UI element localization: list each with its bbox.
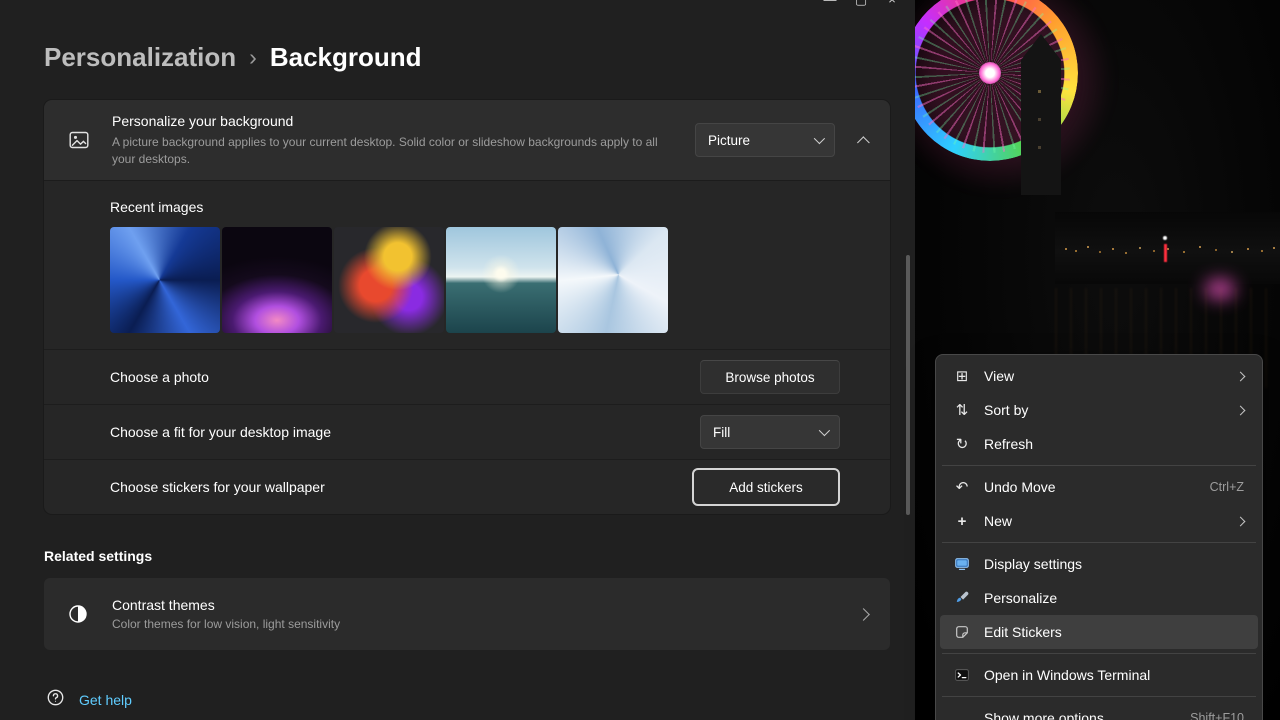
recent-image-lake-sunrise[interactable] (446, 227, 556, 333)
choose-fit-label: Choose a fit for your desktop image (110, 424, 331, 440)
menu-separator (942, 696, 1256, 697)
city-lights (1065, 248, 1067, 250)
menu-item-label: Display settings (984, 556, 1248, 572)
contrast-themes-description: Color themes for low vision, light sensi… (112, 617, 859, 631)
menu-item-label: Personalize (984, 590, 1248, 606)
contrast-icon (68, 604, 92, 624)
fit-dropdown[interactable]: Fill (700, 415, 840, 449)
contrast-themes-title: Contrast themes (112, 597, 859, 613)
choose-fit-row: Choose a fit for your desktop image Fill (44, 404, 890, 459)
background-expander-body: Recent images Choose a photo Browse phot… (44, 181, 890, 514)
background-expander-text: Personalize your background A picture ba… (112, 113, 695, 168)
undo-icon: ↶ (952, 478, 972, 496)
window-controls: — ▢ × (823, 0, 899, 8)
choose-photo-row: Choose a photo Browse photos (44, 349, 890, 404)
church-tower-silhouette (1021, 60, 1061, 195)
menu-item-view[interactable]: ⊞ View (940, 359, 1258, 393)
related-settings-heading: Related settings (44, 548, 152, 564)
menu-item-shortcut: Shift+F10 (1190, 711, 1244, 720)
close-button[interactable]: × (885, 0, 899, 8)
menu-item-label: Edit Stickers (984, 624, 1248, 640)
recent-image-dark-horizon-glow[interactable] (222, 227, 332, 333)
section-description: A picture background applies to your cur… (112, 134, 670, 168)
menu-item-edit-stickers[interactable]: Edit Stickers (940, 615, 1258, 649)
ferris-wheel-hub (979, 62, 1001, 84)
breadcrumb-personalization[interactable]: Personalization (44, 42, 236, 73)
choose-stickers-label: Choose stickers for your wallpaper (110, 479, 325, 495)
menu-item-label: Open in Windows Terminal (984, 667, 1248, 683)
submenu-chevron-icon (1236, 516, 1246, 526)
submenu-chevron-icon (1236, 371, 1246, 381)
menu-item-label: New (984, 513, 1237, 529)
menu-separator (942, 465, 1256, 466)
display-icon (952, 556, 972, 572)
recent-image-abstract-flower[interactable] (334, 227, 444, 333)
background-expander-header[interactable]: Personalize your background A picture ba… (44, 100, 890, 181)
section-title: Personalize your background (112, 113, 695, 129)
menu-separator (942, 542, 1256, 543)
background-type-dropdown[interactable]: Picture (695, 123, 835, 157)
choose-stickers-row: Choose stickers for your wallpaper Add s… (44, 459, 890, 514)
new-item-icon: + (952, 513, 972, 530)
menu-item-label: Show more options (984, 710, 1190, 720)
sort-icon: ⇅ (952, 401, 972, 419)
get-help-link[interactable]: Get help (79, 692, 132, 708)
fit-dropdown-value: Fill (713, 425, 730, 440)
chevron-down-icon (814, 133, 825, 144)
menu-item-display-settings[interactable]: Display settings (940, 547, 1258, 581)
chevron-up-icon[interactable] (857, 136, 870, 149)
picture-icon (68, 129, 92, 151)
settings-window: — ▢ × Personalization › Background Perso… (0, 0, 915, 720)
recent-images-strip (110, 227, 890, 333)
desktop-context-menu: ⊞ View ⇅ Sort by ↻ Refresh ↶ Undo Move C… (935, 354, 1263, 720)
choose-photo-label: Choose a photo (110, 369, 209, 385)
recent-images-label: Recent images (110, 199, 890, 215)
chevron-down-icon (819, 425, 830, 436)
terminal-icon (952, 667, 972, 683)
breadcrumb: Personalization › Background (44, 42, 422, 73)
menu-item-refresh[interactable]: ↻ Refresh (940, 427, 1258, 461)
grid-view-icon: ⊞ (952, 367, 972, 385)
minimize-button[interactable]: — (823, 0, 837, 8)
background-type-value: Picture (708, 133, 750, 148)
get-help-row: Get help (46, 688, 132, 712)
menu-item-open-in-windows-terminal[interactable]: Open in Windows Terminal (940, 658, 1258, 692)
browse-photos-button[interactable]: Browse photos (700, 360, 840, 394)
recent-images-section: Recent images (44, 181, 890, 349)
menu-item-label: View (984, 368, 1237, 384)
page-title: Background (270, 42, 422, 73)
refresh-icon: ↻ (952, 435, 972, 453)
paintbrush-icon (952, 590, 972, 606)
menu-item-undo-move[interactable]: ↶ Undo Move Ctrl+Z (940, 470, 1258, 504)
red-light (1164, 244, 1167, 262)
recent-image-light-bloom[interactable] (558, 227, 668, 333)
contrast-themes-text: Contrast themes Color themes for low vis… (112, 597, 859, 631)
breadcrumb-separator-icon: › (249, 44, 257, 71)
background-expander-card: Personalize your background A picture ba… (44, 100, 890, 514)
menu-item-sort-by[interactable]: ⇅ Sort by (940, 393, 1258, 427)
settings-scrollbar[interactable] (906, 255, 910, 515)
menu-item-show-more-options[interactable]: Show more options Shift+F10 (940, 701, 1258, 720)
menu-item-personalize[interactable]: Personalize (940, 581, 1258, 615)
menu-item-label: Sort by (984, 402, 1237, 418)
menu-item-shortcut: Ctrl+Z (1210, 480, 1244, 494)
help-icon (46, 688, 65, 712)
menu-item-new[interactable]: + New (940, 504, 1258, 538)
submenu-chevron-icon (1236, 405, 1246, 415)
menu-item-label: Refresh (984, 436, 1248, 452)
contrast-themes-card[interactable]: Contrast themes Color themes for low vis… (44, 578, 890, 650)
menu-separator (942, 653, 1256, 654)
screenshot-root: — ▢ × Personalization › Background Perso… (0, 0, 1280, 720)
chevron-right-icon (857, 608, 870, 621)
maximize-button[interactable]: ▢ (854, 0, 868, 8)
city-skyline (1055, 212, 1280, 284)
white-light (1163, 236, 1167, 240)
sticker-icon (952, 624, 972, 640)
background-setting-rows: Choose a photo Browse photos Choose a fi… (44, 349, 890, 514)
add-stickers-button[interactable]: Add stickers (692, 468, 840, 506)
recent-image-blue-bloom[interactable] (110, 227, 220, 333)
menu-item-label: Undo Move (984, 479, 1210, 495)
